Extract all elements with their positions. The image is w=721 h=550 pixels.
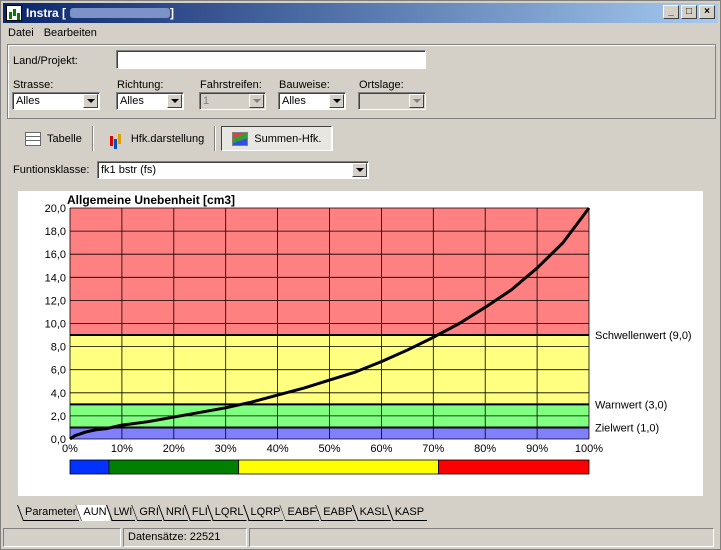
land-label: Land/Projekt: xyxy=(13,55,78,67)
menu-bearbeiten[interactable]: Bearbeiten xyxy=(39,27,102,39)
bottom-tab-strip: Parameter AUN LWI GRI NRI FLI LQRL LQRP EABF EABP… xyxy=(17,505,428,522)
cumulative-chart: Allgemeine Unebenheit [cm3]0% 10% 20% 30% 40… xyxy=(45,193,692,475)
chart-panel: Allgemeine Unebenheit [cm3] 0% 10% 20% 30% 40… xyxy=(18,191,703,496)
tab-hfk-darstellung[interactable]: Hfk.darstellung xyxy=(99,126,216,151)
ortslage-select xyxy=(358,92,426,110)
tab-tabelle[interactable]: Tabelle xyxy=(15,126,93,151)
threshold-label: Schwellenwert (9,0) xyxy=(595,330,692,342)
status-bar: Datensätze: 22521 xyxy=(3,528,718,547)
bottom-tab-lwi[interactable]: LWI xyxy=(105,505,136,521)
view-tabs: Tabelle Hfk.darstellung Summen-Hfk. xyxy=(15,125,338,152)
x-tick-label: 100% xyxy=(575,443,603,455)
x-tick-label: 40% xyxy=(267,443,289,455)
bottom-tab-eabp[interactable]: EABP xyxy=(315,505,356,521)
maximize-button[interactable]: □ xyxy=(681,5,697,19)
bottom-tab-kasp[interactable]: KASP xyxy=(386,505,428,521)
bottom-tab-gri[interactable]: GRI xyxy=(131,505,162,521)
status-records: Datensätze: 22521 xyxy=(123,528,247,547)
fahrstreifen-label: Fahrstreifen: xyxy=(200,79,262,91)
tab-summen-label: Summen-Hfk. xyxy=(254,132,322,145)
bottom-tab-aun[interactable]: AUN xyxy=(75,505,110,521)
x-tick-label: 90% xyxy=(526,443,548,455)
x-tick-label: 50% xyxy=(318,443,340,455)
summary-chart-icon xyxy=(232,131,249,146)
strasse-label: Strasse: xyxy=(13,79,54,91)
close-button[interactable]: × xyxy=(699,5,715,19)
table-icon xyxy=(25,131,41,146)
class-bar-segment-3 xyxy=(438,459,590,475)
class-bar-segment-1 xyxy=(108,459,240,475)
bauweise-select[interactable]: Alles xyxy=(278,92,346,110)
chevron-down-icon[interactable] xyxy=(167,94,182,108)
x-tick-label: 60% xyxy=(370,443,392,455)
land-projekt-input[interactable] xyxy=(116,50,426,69)
richtung-label: Richtung: xyxy=(117,79,164,91)
title-bar[interactable]: Instra [ ] _ □ × xyxy=(3,3,718,23)
redacted-filename xyxy=(70,8,171,18)
y-tick-label: 8,0 xyxy=(51,342,66,354)
x-tick-label: 30% xyxy=(215,443,237,455)
chevron-down-icon[interactable] xyxy=(83,94,98,108)
bauweise-label: Bauweise: xyxy=(279,79,330,91)
fahrstreifen-value: 1 xyxy=(203,95,210,107)
window-title-suffix: ] xyxy=(170,6,175,20)
chevron-down-icon xyxy=(409,94,424,108)
menu-datei[interactable]: Datei xyxy=(3,27,39,39)
y-tick-label: 18,0 xyxy=(45,226,66,238)
bottom-tab-nri[interactable]: NRI xyxy=(157,505,188,521)
chevron-down-icon[interactable] xyxy=(352,163,367,177)
status-cell-right xyxy=(249,528,714,547)
bottom-tab-kasl[interactable]: KASL xyxy=(351,505,391,521)
tab-summen-hfk[interactable]: Summen-Hfk. xyxy=(221,126,333,151)
funktionsklasse-label: Funtionsklasse: xyxy=(13,164,90,176)
threshold-label: Zielwert (1,0) xyxy=(595,422,659,434)
minimize-button[interactable]: _ xyxy=(663,5,679,19)
y-tick-label: 4,0 xyxy=(51,388,66,400)
window-title: Instra [ xyxy=(26,6,67,20)
ortslage-label: Ortslage: xyxy=(359,79,404,91)
chevron-down-icon xyxy=(249,94,264,108)
chart-title: Allgemeine Unebenheit [cm3] xyxy=(67,193,235,207)
y-tick-label: 6,0 xyxy=(51,365,66,377)
menu-bar: Datei Bearbeiten xyxy=(3,24,102,42)
richtung-value: Alles xyxy=(120,95,144,107)
class-bar-segment-2 xyxy=(238,459,439,475)
chevron-down-icon[interactable] xyxy=(329,94,344,108)
main-window: Instra [ ] _ □ × Datei Bearbeiten Land/P… xyxy=(0,0,721,550)
tab-tabelle-label: Tabelle xyxy=(47,132,82,145)
x-tick-label: 20% xyxy=(163,443,185,455)
bottom-tab-parameter[interactable]: Parameter xyxy=(17,505,80,521)
x-tick-label: 70% xyxy=(422,443,444,455)
y-tick-label: 10,0 xyxy=(45,319,66,331)
x-tick-label: 10% xyxy=(111,443,133,455)
y-tick-label: 16,0 xyxy=(45,249,66,261)
app-icon xyxy=(6,5,22,21)
funktionsklasse-select[interactable]: fk1 bstr (fs) xyxy=(97,161,369,179)
class-bar-segment-0 xyxy=(69,459,110,475)
bottom-tab-eabf[interactable]: EABF xyxy=(279,505,320,521)
status-cell-empty xyxy=(3,528,121,547)
strasse-value: Alles xyxy=(16,95,40,107)
tab-hfk-label: Hfk.darstellung xyxy=(130,132,205,145)
y-tick-label: 12,0 xyxy=(45,295,66,307)
y-tick-label: 0,0 xyxy=(51,434,66,446)
fahrstreifen-select: 1 xyxy=(199,92,266,110)
y-tick-label: 2,0 xyxy=(51,411,66,423)
y-tick-label: 20,0 xyxy=(45,203,66,215)
bauweise-value: Alles xyxy=(282,95,306,107)
bar-chart-icon xyxy=(109,132,125,146)
y-tick-label: 14,0 xyxy=(45,272,66,284)
x-tick-label: 80% xyxy=(474,443,496,455)
funktionsklasse-value: fk1 bstr (fs) xyxy=(101,164,157,176)
bottom-tab-lqrl[interactable]: LQRL xyxy=(206,505,247,521)
bottom-tab-lqrp[interactable]: LQRP xyxy=(242,505,284,521)
richtung-select[interactable]: Alles xyxy=(116,92,184,110)
bottom-tab-fli[interactable]: FLI xyxy=(183,505,211,521)
threshold-label: Warnwert (3,0) xyxy=(595,399,667,411)
strasse-select[interactable]: Alles xyxy=(12,92,100,110)
